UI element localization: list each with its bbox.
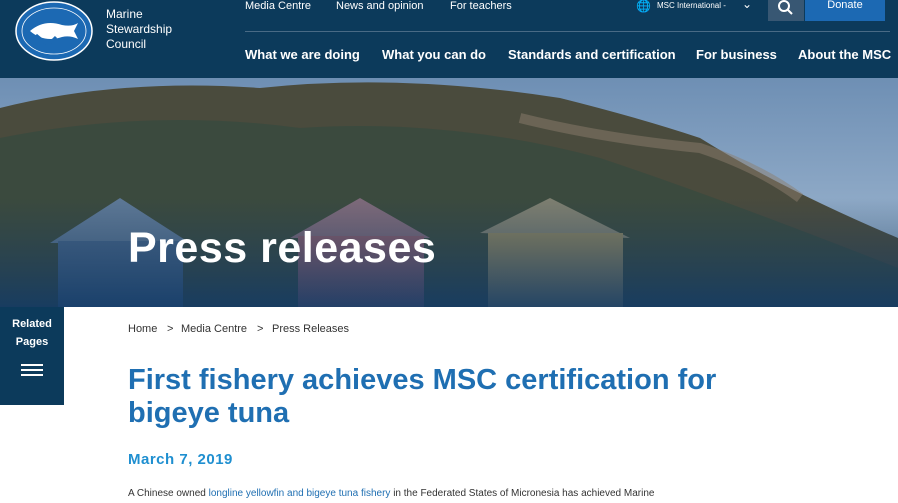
hero-title: Press releases [128, 224, 437, 272]
related-pages-toggle[interactable]: Related Pages [0, 307, 64, 405]
search-icon [778, 0, 793, 15]
chevron-down-icon[interactable]: ⌄ [742, 0, 752, 11]
donate-button[interactable]: Donate [805, 0, 885, 21]
utility-link-teachers[interactable]: For teachers [450, 0, 512, 12]
nav-item-about[interactable]: About the MSC [798, 47, 891, 62]
fishery-link[interactable]: longline yellowfin and bigeye tuna fishe… [209, 488, 391, 499]
nav-divider [245, 31, 890, 32]
nav-item-standards[interactable]: Standards and certification [508, 47, 676, 62]
site-header: Marine Stewardship Council Media Centre … [0, 0, 898, 78]
breadcrumb-media-centre[interactable]: Media Centre [181, 323, 247, 335]
search-button[interactable] [768, 0, 804, 21]
msc-logo-icon[interactable] [14, 1, 94, 61]
breadcrumb-home[interactable]: Home [128, 323, 157, 335]
hero-banner: Press releases [0, 78, 898, 307]
related-label-line2: Pages [15, 336, 49, 348]
logo-line: Stewardship [106, 22, 173, 36]
menu-icon[interactable] [21, 364, 43, 378]
language-selector[interactable]: MSC International - [657, 1, 726, 10]
nav-item-what-we-are-doing[interactable]: What we are doing [245, 47, 360, 62]
logo-wordmark[interactable]: Marine Stewardship Council [106, 7, 172, 52]
intro-text: A Chinese owned [128, 488, 209, 499]
article-intro: A Chinese owned longline yellowfin and b… [128, 488, 654, 499]
article-headline: First fishery achieves MSC certification… [128, 364, 717, 429]
logo-line: Council [106, 37, 147, 51]
intro-text: in the Federated States of Micronesia ha… [390, 488, 655, 499]
breadcrumb-separator: > [257, 323, 264, 335]
related-label-line1: Related [12, 318, 52, 330]
globe-icon[interactable]: 🌐 [636, 0, 651, 13]
utility-link-news[interactable]: News and opinion [336, 0, 423, 12]
logo-line: Marine [106, 7, 143, 21]
nav-item-what-you-can-do[interactable]: What you can do [382, 47, 486, 62]
nav-item-for-business[interactable]: For business [696, 47, 777, 62]
article-date: March 7, 2019 [128, 451, 233, 468]
utility-link-media-centre[interactable]: Media Centre [245, 0, 311, 12]
breadcrumb-current: Press Releases [272, 323, 350, 335]
breadcrumb-separator: > [167, 323, 174, 335]
